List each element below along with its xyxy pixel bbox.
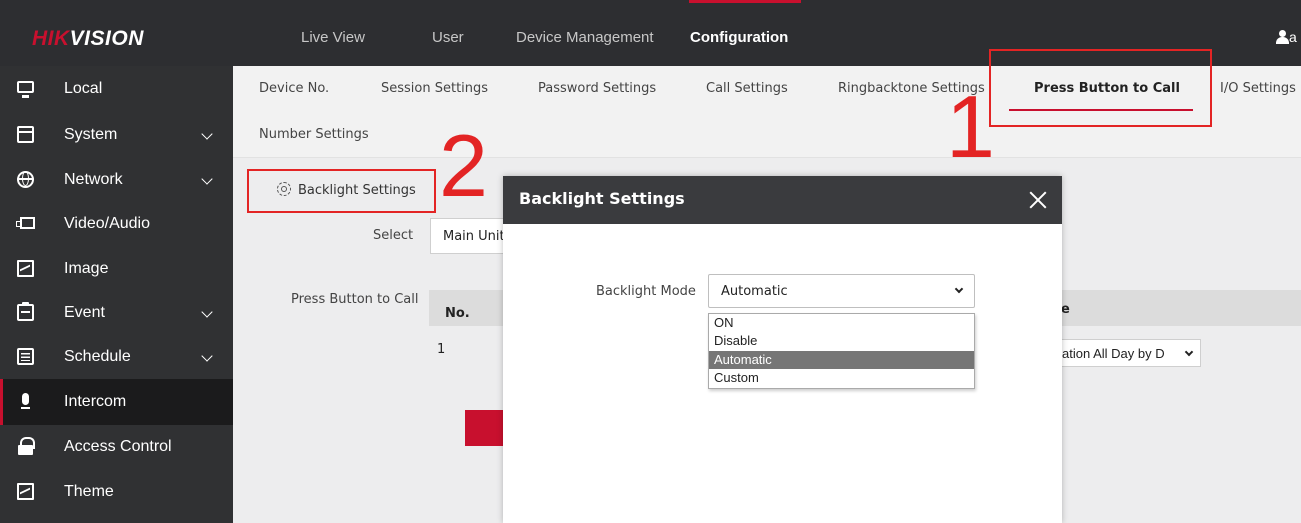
clipboard-icon bbox=[17, 302, 34, 321]
option-custom[interactable]: Custom bbox=[709, 369, 974, 387]
sidebar-item-intercom[interactable]: Intercom bbox=[0, 379, 233, 425]
chevron-down-icon bbox=[201, 173, 213, 185]
lock-icon bbox=[17, 437, 35, 455]
dialog-title: Backlight Settings bbox=[519, 189, 685, 208]
annotation-number-1: 1 bbox=[946, 77, 995, 176]
tab-number-settings[interactable]: Number Settings bbox=[259, 127, 369, 143]
column-header-no: No. bbox=[445, 306, 470, 321]
sidebar-item-schedule[interactable]: Schedule bbox=[0, 334, 233, 380]
active-nav-indicator bbox=[689, 0, 801, 3]
backlight-mode-dropdown: ON Disable Automatic Custom bbox=[708, 313, 975, 389]
option-automatic[interactable]: Automatic bbox=[709, 351, 974, 369]
chevron-down-icon bbox=[954, 284, 964, 294]
logo-vision: VISION bbox=[69, 27, 144, 50]
close-icon[interactable] bbox=[1029, 191, 1047, 209]
row-schedule-select[interactable]: ation All Day by D bbox=[1062, 339, 1201, 367]
nav-configuration[interactable]: Configuration bbox=[690, 28, 788, 48]
sidebar-item-access-control[interactable]: Access Control bbox=[0, 424, 233, 470]
sidebar-item-local[interactable]: Local bbox=[0, 66, 233, 112]
sidebar-item-video-audio[interactable]: Video/Audio bbox=[0, 201, 233, 247]
tab-device-no[interactable]: Device No. bbox=[259, 81, 329, 97]
sidebar-item-image[interactable]: Image bbox=[0, 246, 233, 292]
sidebar-item-label: Theme bbox=[64, 483, 114, 500]
sidebar-item-network[interactable]: Network bbox=[0, 157, 233, 203]
press-button-to-call-label: Press Button to Call bbox=[291, 292, 419, 307]
sidebar-item-label: System bbox=[64, 126, 118, 143]
microphone-icon bbox=[17, 393, 34, 410]
sidebar-item-label: Schedule bbox=[64, 348, 131, 365]
sidebar-item-label: Intercom bbox=[64, 393, 127, 410]
tab-password-settings[interactable]: Password Settings bbox=[538, 81, 656, 97]
chevron-down-icon bbox=[1184, 347, 1194, 357]
sidebar-item-label: Network bbox=[64, 171, 123, 188]
backlight-mode-select[interactable]: Automatic bbox=[708, 274, 975, 308]
nav-user[interactable]: User bbox=[432, 28, 464, 48]
logo-hik: HIK bbox=[32, 27, 70, 50]
sidebar: Local System Network Video/Audio Image E… bbox=[0, 66, 233, 523]
chevron-down-icon bbox=[201, 306, 213, 318]
annotation-number-2: 2 bbox=[439, 116, 488, 215]
annotation-box-backlight bbox=[247, 169, 436, 213]
sidebar-item-event[interactable]: Event bbox=[0, 290, 233, 336]
user-menu[interactable]: a bbox=[1276, 27, 1297, 47]
sidebar-item-system[interactable]: System bbox=[0, 112, 233, 158]
nav-live-view[interactable]: Live View bbox=[301, 28, 365, 48]
chevron-down-icon bbox=[201, 128, 213, 140]
sidebar-item-theme[interactable]: Theme bbox=[0, 469, 233, 515]
row-schedule-value: ation All Day by D bbox=[1062, 346, 1165, 361]
annotation-box-tab bbox=[989, 49, 1212, 127]
chevron-down-icon bbox=[201, 350, 213, 362]
sidebar-item-label: Video/Audio bbox=[64, 215, 150, 232]
sidebar-item-label: Access Control bbox=[64, 438, 172, 455]
select-label: Select bbox=[373, 228, 414, 243]
option-disable[interactable]: Disable bbox=[709, 332, 974, 350]
sidebar-item-label: Image bbox=[64, 260, 109, 277]
tab-io-settings[interactable]: I/O Settings bbox=[1220, 81, 1296, 97]
option-on[interactable]: ON bbox=[709, 314, 974, 332]
window-icon bbox=[17, 126, 34, 143]
image-icon bbox=[17, 260, 34, 277]
dialog-header: Backlight Settings bbox=[503, 176, 1062, 224]
tab-session-settings[interactable]: Session Settings bbox=[381, 81, 488, 97]
backlight-mode-label: Backlight Mode bbox=[596, 284, 696, 299]
user-icon bbox=[1276, 30, 1289, 44]
monitor-icon bbox=[17, 81, 34, 98]
sidebar-item-label: Local bbox=[64, 80, 103, 97]
backlight-settings-dialog: Backlight Settings Backlight Mode Automa… bbox=[503, 176, 1062, 523]
save-button[interactable] bbox=[465, 410, 505, 446]
column-header-partial: e bbox=[1061, 302, 1070, 317]
nav-device-management[interactable]: Device Management bbox=[516, 28, 654, 48]
backlight-mode-value: Automatic bbox=[721, 284, 788, 299]
hikvision-logo: HIKVISION bbox=[32, 26, 144, 52]
tab-call-settings[interactable]: Call Settings bbox=[706, 81, 788, 97]
sidebar-item-label: Event bbox=[64, 304, 105, 321]
schedule-icon bbox=[17, 348, 34, 365]
globe-icon bbox=[17, 171, 34, 188]
image-icon bbox=[17, 483, 34, 500]
video-icon bbox=[16, 217, 35, 229]
row-number-cell: 1 bbox=[437, 342, 446, 357]
user-initial: a bbox=[1289, 29, 1297, 45]
